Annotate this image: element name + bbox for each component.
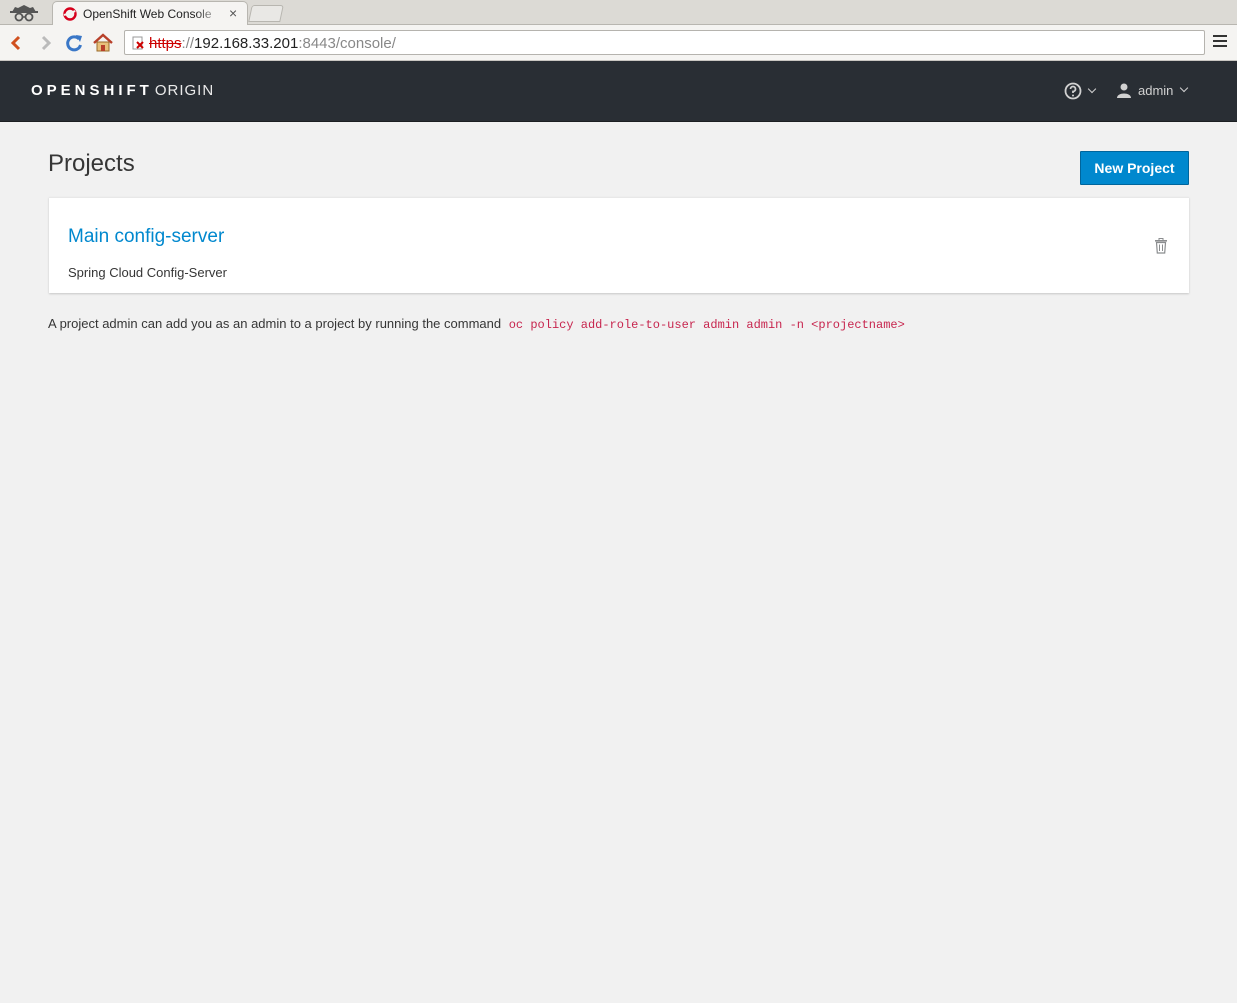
brand-light-text: ORIGIN — [154, 82, 215, 99]
brand-logo[interactable]: OPENSHIFT ORIGIN — [31, 82, 214, 99]
url-host: 192.168.33.201 — [194, 35, 299, 52]
hint-command: oc policy add-role-to-user admin admin -… — [508, 318, 905, 332]
browser-menu-icon[interactable] — [1213, 35, 1227, 49]
browser-toolbar: https://192.168.33.201:8443/console/ — [0, 25, 1237, 61]
url-scheme: https — [149, 35, 182, 52]
tab-close-icon[interactable]: × — [229, 5, 237, 21]
browser-tab-bar: OpenShift Web Console × — [0, 0, 1237, 26]
incognito-icon — [10, 5, 38, 22]
project-description: Spring Cloud Config-Server — [68, 265, 227, 280]
new-tab-button[interactable] — [248, 5, 284, 22]
back-button[interactable] — [5, 32, 27, 54]
new-project-button[interactable]: New Project — [1080, 151, 1189, 185]
tab-title: OpenShift Web Console — [83, 7, 212, 21]
project-name-link[interactable]: Main config-server — [68, 226, 224, 248]
user-icon — [1117, 83, 1131, 98]
forward-arrow-icon — [41, 35, 52, 51]
chevron-down-icon — [1180, 83, 1189, 93]
admin-hint: A project admin can add you as an admin … — [48, 316, 905, 332]
forward-button[interactable] — [35, 32, 57, 54]
brand-bold-text: OPENSHIFT — [31, 82, 153, 99]
url-path: :8443/console/ — [298, 35, 396, 52]
project-card: Main config-server Spring Cloud Config-S… — [49, 197, 1189, 293]
page-title: Projects — [48, 150, 135, 177]
reload-button[interactable] — [63, 32, 85, 54]
browser-tab-active[interactable]: OpenShift Web Console × — [52, 1, 248, 26]
home-icon — [93, 33, 113, 52]
help-menu[interactable] — [1064, 82, 1097, 100]
url-separator: :// — [181, 35, 195, 52]
hint-text: A project admin can add you as an admin … — [48, 316, 502, 331]
app-header: OPENSHIFT ORIGIN admin — [0, 61, 1237, 122]
url-text: https://192.168.33.201:8443/console/ — [137, 35, 396, 52]
reload-icon — [66, 35, 82, 52]
address-bar[interactable]: https://192.168.33.201:8443/console/ — [124, 30, 1205, 55]
user-name: admin — [1138, 82, 1174, 98]
back-arrow-icon — [10, 35, 21, 51]
trash-icon[interactable] — [1154, 238, 1168, 254]
user-menu[interactable]: admin — [1116, 82, 1189, 98]
chevron-down-icon — [1087, 84, 1097, 94]
openshift-favicon-icon — [63, 7, 77, 21]
home-button[interactable] — [92, 32, 114, 54]
help-question-icon — [1064, 82, 1082, 100]
